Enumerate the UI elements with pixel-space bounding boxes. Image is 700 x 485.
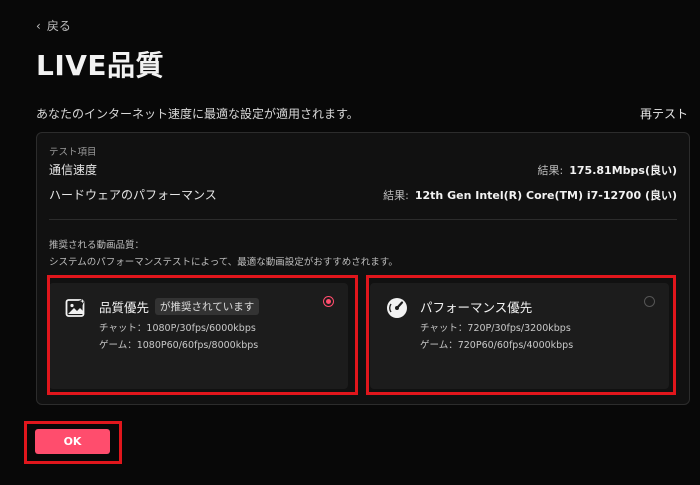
option-name: 品質優先 が推奨されています bbox=[99, 297, 260, 316]
recommend-header: 推奨される動画品質： bbox=[49, 240, 145, 251]
image-sparkle-icon bbox=[65, 296, 87, 319]
option-title: パフォーマンス優先 bbox=[420, 300, 533, 315]
test-row-network: 通信速度 結果: 175.81Mbps(良い) bbox=[49, 161, 677, 178]
result-value: 175.81Mbps(良い) bbox=[569, 163, 677, 177]
test-result-network: 結果: 175.81Mbps(良い) bbox=[538, 162, 677, 178]
option-title: 品質優先 bbox=[99, 300, 150, 315]
option-performance-card[interactable]: パフォーマンス優先 チャット：720P/30fps/3200kbps ゲーム：7… bbox=[370, 283, 669, 389]
ok-button[interactable]: OK bbox=[35, 429, 110, 454]
page-description: あなたのインターネット速度に最適な設定が適用されます。 bbox=[36, 107, 359, 121]
speedometer-icon bbox=[386, 297, 408, 319]
option-quality-card[interactable]: 品質優先 が推奨されています チャット：1080P/30fps/6000kbps… bbox=[49, 283, 348, 389]
radio-unselected[interactable] bbox=[644, 296, 655, 307]
chevron-left-icon: ‹ bbox=[36, 18, 41, 33]
option-chat-spec: チャット：720P/30fps/3200kbps bbox=[420, 323, 571, 334]
divider bbox=[49, 219, 677, 220]
result-value: 12th Gen Intel(R) Core(TM) i7-12700 (良い) bbox=[414, 188, 677, 202]
option-game-spec: ゲーム：1080P60/60fps/8000kbps bbox=[99, 340, 259, 351]
option-game-spec: ゲーム：720P60/60fps/4000kbps bbox=[420, 340, 574, 351]
recommended-badge: が推奨されています bbox=[155, 298, 260, 315]
result-label: 結果: bbox=[537, 163, 564, 177]
recommend-subtext: システムのパフォーマンステストによって、最適な動画設定がおすすめされます。 bbox=[49, 257, 398, 268]
test-label-hardware: ハードウェアのパフォーマンス bbox=[49, 188, 217, 202]
back-label: 戻る bbox=[46, 19, 71, 33]
test-label-network: 通信速度 bbox=[49, 163, 98, 177]
option-chat-spec: チャット：1080P/30fps/6000kbps bbox=[99, 323, 256, 334]
radio-dot bbox=[326, 299, 331, 304]
option-name: パフォーマンス優先 bbox=[420, 297, 532, 316]
test-items-header: テスト項目 bbox=[49, 147, 97, 158]
test-panel: テスト項目 通信速度 結果: 175.81Mbps(良い) ハードウェアのパフォー… bbox=[36, 132, 690, 405]
back-link[interactable]: ‹ 戻る bbox=[36, 17, 71, 34]
result-label: 結果: bbox=[383, 188, 409, 202]
retest-button[interactable]: 再テスト bbox=[640, 105, 688, 122]
test-row-hardware: ハードウェアのパフォーマンス 結果: 12th Gen Intel(R) Core… bbox=[49, 186, 677, 203]
radio-selected[interactable] bbox=[323, 296, 334, 307]
page-title: LIVE品質 bbox=[36, 49, 165, 82]
test-result-hardware: 結果: 12th Gen Intel(R) Core(TM) i7-12700 (… bbox=[383, 187, 677, 203]
